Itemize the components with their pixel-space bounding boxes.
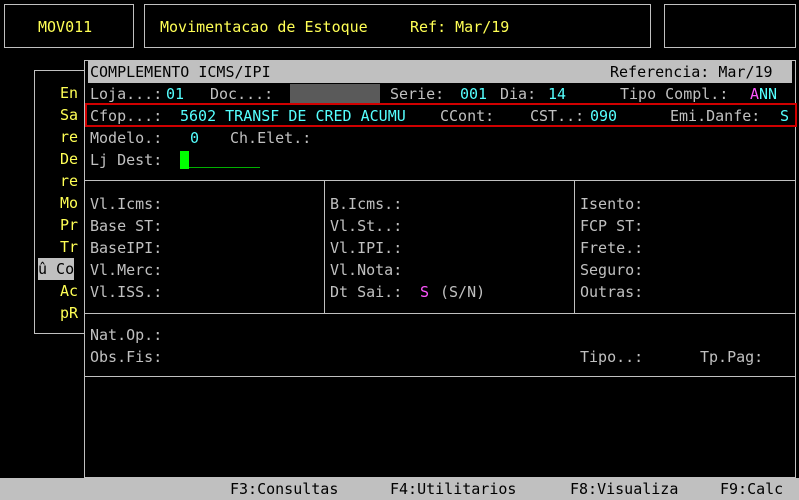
text-cursor xyxy=(180,151,189,169)
menu-item[interactable]: re xyxy=(60,170,78,192)
grid-divider-1 xyxy=(324,180,325,314)
f4-utilitarios-key[interactable]: F4:Utilitarios xyxy=(390,478,516,500)
values-label: Vl.IPI.: xyxy=(330,239,403,257)
f9-calc-key[interactable]: F9:Calc xyxy=(720,478,783,500)
values-label: Vl.Merc: xyxy=(90,261,163,279)
values-label: FCP ST: xyxy=(580,217,644,235)
menu-item[interactable]: Mo xyxy=(60,192,78,214)
dialog-reference: Referencia: Mar/19 xyxy=(610,63,773,81)
obs-fis-label: Obs.Fis: xyxy=(90,348,163,366)
values-label: Vl.Nota: xyxy=(330,261,403,279)
serie-label: Serie: xyxy=(390,85,445,103)
dia-value[interactable]: 14 xyxy=(548,83,566,105)
menu-item[interactable]: Pr xyxy=(60,214,78,236)
grid-divider-2 xyxy=(574,180,575,314)
values-label: Dt Sai.: xyxy=(330,283,403,301)
values-label: Frete.: xyxy=(580,239,644,257)
nat-op-label: Nat.Op.: xyxy=(90,326,163,344)
tipo-label: Tipo..: xyxy=(580,348,644,366)
values-label: Seguro: xyxy=(580,261,644,279)
f3-consultas-key[interactable]: F3:Consultas xyxy=(230,478,338,500)
modelo-value[interactable]: 0 xyxy=(190,127,199,149)
tipo-compl-label: Tipo Compl.: xyxy=(620,85,729,103)
values-label: Vl.St..: xyxy=(330,217,403,235)
loja-label: Loja...: xyxy=(90,85,163,103)
dt-sai-hint: (S/N) xyxy=(440,283,486,301)
serie-value[interactable]: 001 xyxy=(460,83,487,105)
tp-pag-label: Tp.Pag: xyxy=(700,348,764,366)
modelo-label: Modelo.: xyxy=(90,129,163,147)
tipo-compl-value[interactable]: ANN xyxy=(750,83,777,105)
cfop-row-highlight xyxy=(85,103,797,127)
values-label: Base ST: xyxy=(90,217,163,235)
menu-item[interactable]: Ac xyxy=(60,280,78,302)
menu-item[interactable]: De xyxy=(60,148,78,170)
dia-label: Dia: xyxy=(500,85,537,103)
values-label: B.Icms.: xyxy=(330,195,403,213)
menu-item[interactable]: Tr xyxy=(60,236,78,258)
doc-label: Doc...: xyxy=(210,85,274,103)
lj-dest-label: Lj Dest: xyxy=(90,151,163,169)
menu-item[interactable]: Sa xyxy=(60,104,78,126)
menu-item[interactable]: pR xyxy=(60,302,78,324)
lj-dest-input[interactable] xyxy=(189,167,260,168)
screen-title: Movimentacao de Estoque xyxy=(160,18,368,36)
values-label: BaseIPI: xyxy=(90,239,163,257)
menu-item[interactable]: û Co xyxy=(38,258,75,280)
doc-value-redacted[interactable] xyxy=(290,84,380,104)
ch-elet-label: Ch.Elet.: xyxy=(230,129,312,147)
screen-ref: Ref: Mar/19 xyxy=(410,18,510,36)
tipo-compl-value-a: A xyxy=(750,85,760,103)
menu-item[interactable]: En xyxy=(60,82,78,104)
loja-value[interactable]: 01 xyxy=(166,83,184,105)
values-label: Vl.ISS.: xyxy=(90,283,163,301)
dialog-title: COMPLEMENTO ICMS/IPI xyxy=(90,63,271,81)
dt-sai-value[interactable]: S xyxy=(420,281,429,303)
values-label: Isento: xyxy=(580,195,644,213)
tipo-compl-value-nn: NN xyxy=(759,85,778,103)
function-key-bar: F3:Consultas F4:Utilitarios F8:Visualiza… xyxy=(0,478,799,500)
values-label: Vl.Icms: xyxy=(90,195,163,213)
bottom-divider xyxy=(84,376,796,377)
values-label: Outras: xyxy=(580,283,644,301)
program-code: MOV011 xyxy=(38,18,93,36)
f8-visualiza-key[interactable]: F8:Visualiza xyxy=(570,478,678,500)
menu-item[interactable]: re xyxy=(60,126,78,148)
right-box xyxy=(664,4,796,48)
